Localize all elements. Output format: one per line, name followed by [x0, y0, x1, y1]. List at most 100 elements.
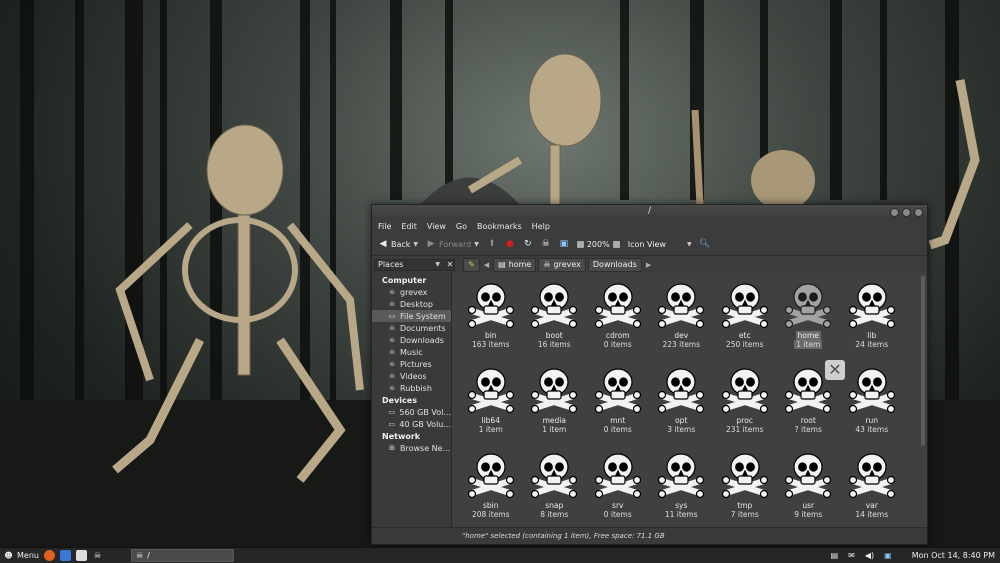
crumb-home-label: home	[508, 260, 532, 269]
file-item-srv[interactable]: srv 0 items	[586, 449, 650, 528]
close-icon: ✕	[446, 260, 454, 269]
computer-button[interactable]: ▣	[559, 239, 569, 249]
scrollbar[interactable]	[921, 276, 925, 446]
file-item-var[interactable]: var 14 items	[840, 449, 904, 528]
skull-folder-icon	[783, 279, 833, 329]
taskbar-window-button[interactable]: ☠ /	[130, 549, 234, 562]
skull-folder-icon	[529, 449, 579, 499]
up-button[interactable]: ⬆	[487, 239, 497, 249]
sidebar-selector[interactable]: Places ▼	[374, 258, 444, 271]
crumb-grevex[interactable]: ☠ grevex	[538, 257, 586, 272]
menu-go[interactable]: Go	[456, 222, 467, 231]
crumb-home[interactable]: ▤ home	[493, 257, 537, 272]
mail-icon[interactable]: ✉	[848, 551, 855, 560]
file-item-etc[interactable]: etc 250 items	[713, 279, 777, 364]
sidebar-item-volume-560[interactable]: ▭ 560 GB Vol...	[372, 406, 451, 418]
sidebar-item-label: Music	[400, 347, 423, 357]
sidebar-item-rubbish[interactable]: ☠ Rubbish	[372, 382, 451, 394]
sidebar-item-music[interactable]: ☠ Music	[372, 346, 451, 358]
sidebar-item-filesystem[interactable]: ▭ File System	[372, 310, 451, 322]
skull-icon: ☠	[388, 336, 396, 344]
sidebar-item-desktop[interactable]: ☠ Desktop	[372, 298, 451, 310]
location-bar: Places ▼ ✕ ✎ ◀ ▤ home ☠ grevex Downloads…	[372, 256, 927, 273]
reload-button[interactable]: ↻	[523, 239, 533, 249]
clock[interactable]: Mon Oct 14, 8:40 PM	[912, 551, 995, 560]
file-item-count: 1 item	[478, 425, 503, 434]
sidebar-item-documents[interactable]: ☠ Documents	[372, 322, 451, 334]
file-item-cdrom[interactable]: cdrom 0 items	[586, 279, 650, 364]
file-item-sbin[interactable]: sbin 208 items	[459, 449, 523, 528]
firefox-icon[interactable]	[43, 550, 55, 561]
window-titlebar[interactable]: /	[372, 205, 927, 219]
skull-folder-icon	[847, 364, 897, 414]
menu-edit[interactable]: Edit	[401, 222, 417, 231]
crumb-right-arrow[interactable]: ▶	[644, 261, 653, 269]
forward-button[interactable]: ▶ Forward ▼	[426, 239, 479, 249]
file-name: mnt	[610, 416, 626, 425]
sidebar-item-pictures[interactable]: ☠ Pictures	[372, 358, 451, 370]
file-item-boot[interactable]: boot 16 items	[523, 279, 587, 364]
menu-view[interactable]: View	[427, 222, 446, 231]
file-item-usr[interactable]: usr 9 items	[777, 449, 841, 528]
file-name: usr	[802, 501, 815, 510]
file-item-sys[interactable]: sys 11 items	[650, 449, 714, 528]
edit-location-button[interactable]: ✎	[463, 257, 480, 272]
file-item-lib[interactable]: lib 24 items	[840, 279, 904, 364]
menu-file[interactable]: File	[378, 222, 391, 231]
stop-button[interactable]: ●	[505, 239, 515, 249]
home-icon[interactable]	[75, 550, 87, 561]
files-icon[interactable]	[59, 550, 71, 561]
file-item-lib64[interactable]: lib64 1 item	[459, 364, 523, 449]
home-button[interactable]: ☠	[541, 239, 551, 249]
view-mode-select[interactable]: Icon View ▼	[628, 240, 692, 249]
sidebar-close-button[interactable]: ✕	[445, 258, 455, 271]
file-name: sys	[675, 501, 688, 510]
close-button[interactable]	[914, 208, 923, 217]
file-item-home[interactable]: home 1 item	[777, 279, 841, 364]
zoom-control[interactable]: 200%	[576, 240, 620, 249]
file-item-count: 8 items	[540, 510, 569, 519]
file-item-dev[interactable]: dev 223 items	[650, 279, 714, 364]
arrow-up-icon: ⬆	[488, 239, 496, 249]
skull-folder-icon	[466, 449, 516, 499]
file-item-media[interactable]: media 1 item	[523, 364, 587, 449]
crumb-left-arrow[interactable]: ◀	[482, 261, 491, 269]
chevron-down-icon: ▼	[435, 261, 440, 268]
close-icon[interactable]: ✕	[825, 360, 845, 380]
file-item-tmp[interactable]: tmp 7 items	[713, 449, 777, 528]
file-icon-view[interactable]: bin 163 items boot 16 items cdrom 0 items d…	[452, 272, 927, 528]
sidebar-item-downloads[interactable]: ☠ Downloads	[372, 334, 451, 346]
back-button[interactable]: ◀ Back ▼	[378, 239, 419, 249]
sidebar-item-videos[interactable]: ☠ Videos	[372, 370, 451, 382]
menu-help[interactable]: Help	[532, 222, 550, 231]
file-item-run[interactable]: run 43 items	[840, 364, 904, 449]
forward-label: Forward	[439, 239, 472, 249]
skull-folder-icon	[720, 279, 770, 329]
maximize-button[interactable]	[902, 208, 911, 217]
file-item-opt[interactable]: opt 3 items	[650, 364, 714, 449]
menu-icon: ☻	[4, 551, 13, 560]
skull-folder-icon	[847, 449, 897, 499]
volume-icon[interactable]: ◀)	[865, 551, 874, 560]
file-item-count: 1 item	[542, 425, 567, 434]
skull-folder-icon	[656, 364, 706, 414]
search-button[interactable]: 🔍︎	[699, 239, 710, 249]
file-item-snap[interactable]: snap 8 items	[523, 449, 587, 528]
skull-icon[interactable]: ☠	[92, 550, 103, 561]
file-item-bin[interactable]: bin 163 items	[459, 279, 523, 364]
menu-button[interactable]: ☻ Menu	[3, 550, 39, 561]
file-item-count: 9 items	[794, 510, 823, 519]
file-item-mnt[interactable]: mnt 0 items	[586, 364, 650, 449]
network-status-icon[interactable]: ▣	[884, 551, 892, 560]
file-item-proc[interactable]: proc 231 items	[713, 364, 777, 449]
folder-icon: ▤	[498, 260, 506, 269]
sidebar-item-grevex[interactable]: ☠ grevex	[372, 286, 451, 298]
crumb-downloads[interactable]: Downloads	[587, 257, 642, 272]
sidebar-item-browse-network[interactable]: ⊞ Browse Ne...	[372, 442, 451, 454]
minimize-button[interactable]	[890, 208, 899, 217]
bottom-panel: ☻ Menu ☠ ☠ / ▤ ✉ ◀) ▣ Mon Oct 14, 8:40 P…	[0, 547, 1000, 563]
arrow-right-icon: ▶	[427, 239, 435, 249]
menu-bookmarks[interactable]: Bookmarks	[477, 222, 522, 231]
chat-icon[interactable]: ▤	[831, 551, 839, 560]
sidebar-item-volume-40[interactable]: ▭ 40 GB Volu...	[372, 418, 451, 430]
